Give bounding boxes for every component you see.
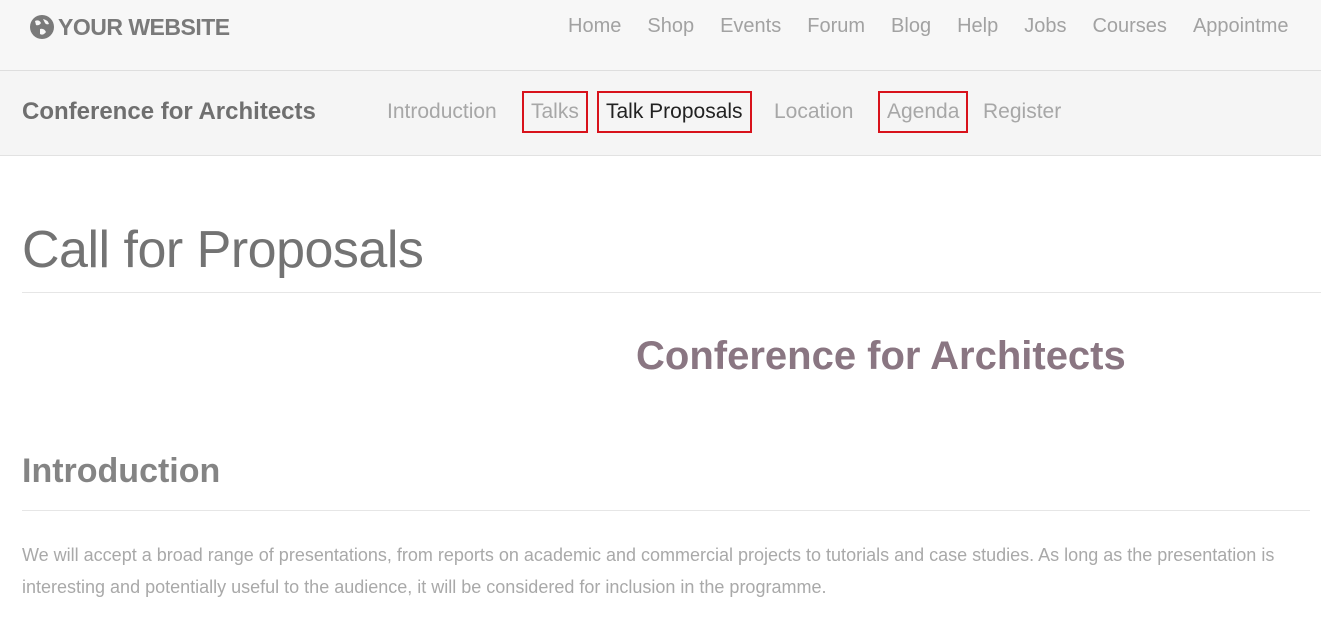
nav-appointments[interactable]: Appointme [1193, 15, 1289, 38]
nav-events[interactable]: Events [720, 15, 781, 38]
subnav-introduction[interactable]: Introduction [380, 91, 504, 133]
event-subnav-bar: Conference for Architects Introduction T… [0, 71, 1321, 156]
logo-text: YOUR WEBSITE [58, 13, 230, 40]
subnav-talks[interactable]: Talks [522, 91, 588, 133]
nav-home[interactable]: Home [568, 15, 621, 38]
nav-blog[interactable]: Blog [891, 15, 931, 38]
section-divider [22, 510, 1310, 511]
title-divider [22, 292, 1321, 293]
subnav-location[interactable]: Location [767, 91, 860, 133]
subnav-talk-proposals[interactable]: Talk Proposals [597, 91, 752, 133]
event-title: Conference for Architects [636, 334, 1126, 378]
site-logo[interactable]: YOUR WEBSITE [28, 13, 230, 41]
intro-paragraph: We will accept a broad range of presenta… [22, 545, 1275, 597]
nav-shop[interactable]: Shop [647, 15, 694, 38]
page-title: Call for Proposals [22, 221, 424, 279]
nav-forum[interactable]: Forum [807, 15, 865, 38]
nav-courses[interactable]: Courses [1092, 15, 1166, 38]
top-navbar: YOUR WEBSITE Home Shop Events Forum Blog… [0, 0, 1321, 71]
globe-icon [30, 15, 54, 39]
section-title: Introduction [22, 452, 221, 490]
nav-help[interactable]: Help [957, 15, 998, 38]
nav-jobs[interactable]: Jobs [1024, 15, 1066, 38]
event-name[interactable]: Conference for Architects [22, 98, 316, 126]
subnav-agenda[interactable]: Agenda [878, 91, 969, 133]
main-nav: Home Shop Events Forum Blog Help Jobs Co… [568, 15, 1315, 38]
subnav-register[interactable]: Register [976, 91, 1068, 133]
